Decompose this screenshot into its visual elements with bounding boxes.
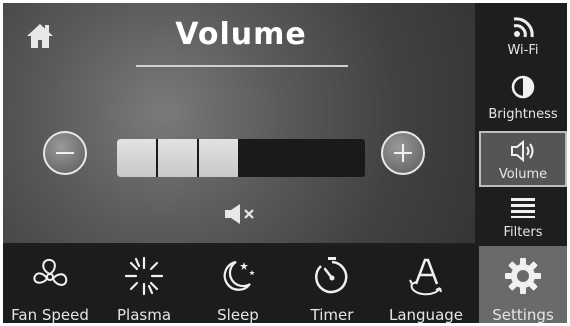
sidebar-item-label: Volume bbox=[498, 167, 548, 182]
nav-item-language[interactable]: Language bbox=[379, 246, 473, 323]
device-screen: Volume Wi-Fi Brightness Volume Filters F… bbox=[3, 3, 567, 323]
volume-panel: Volume bbox=[3, 3, 475, 243]
home-button[interactable] bbox=[25, 21, 55, 51]
nav-item-fan-speed[interactable]: Fan Speed bbox=[3, 246, 97, 323]
sidebar-item-volume[interactable]: Volume bbox=[479, 131, 567, 187]
language-icon bbox=[409, 258, 442, 296]
sidebar-item-label: Filters bbox=[503, 225, 543, 240]
title-underline bbox=[136, 65, 348, 67]
nav-item-settings[interactable]: Settings bbox=[479, 246, 567, 323]
bottom-nav: Fan Speed Plasma Sleep Timer Language bbox=[3, 246, 475, 323]
sidebar-item-wifi[interactable]: Wi-Fi bbox=[479, 3, 567, 63]
nav-item-plasma[interactable]: Plasma bbox=[97, 246, 191, 323]
nav-item-timer[interactable]: Timer bbox=[285, 246, 379, 323]
sidebar-item-label: Wi-Fi bbox=[507, 43, 539, 58]
sidebar-item-brightness[interactable]: Brightness bbox=[479, 65, 567, 127]
timer-icon bbox=[314, 257, 348, 294]
wifi-icon bbox=[513, 17, 534, 38]
nav-item-label: Timer bbox=[310, 306, 354, 323]
nav-item-label: Fan Speed bbox=[11, 306, 89, 323]
volume-up-button[interactable] bbox=[381, 131, 425, 175]
moon-stars-icon bbox=[223, 260, 255, 291]
fan-icon bbox=[33, 258, 68, 286]
volume-level-bar[interactable] bbox=[117, 139, 365, 177]
nav-item-sleep[interactable]: Sleep bbox=[191, 246, 285, 323]
volume-segment-1 bbox=[117, 139, 156, 177]
brightness-icon bbox=[511, 75, 535, 99]
volume-segment-2 bbox=[158, 139, 197, 177]
sidebar-item-label: Brightness bbox=[488, 107, 558, 122]
plus-icon-v bbox=[402, 144, 404, 162]
nav-item-label: Plasma bbox=[116, 306, 172, 323]
gear-icon bbox=[505, 258, 541, 294]
volume-down-button[interactable] bbox=[43, 131, 87, 175]
home-icon bbox=[27, 24, 53, 48]
page-title: Volume bbox=[175, 17, 307, 52]
filters-icon bbox=[511, 198, 535, 218]
mute-icon bbox=[225, 204, 254, 224]
sidebar-item-filters[interactable]: Filters bbox=[479, 189, 567, 243]
mute-button[interactable] bbox=[223, 201, 257, 227]
speaker-icon bbox=[511, 139, 534, 163]
nav-item-label: Language bbox=[388, 306, 464, 323]
nav-item-label: Sleep bbox=[217, 306, 259, 323]
minus-icon bbox=[56, 152, 74, 154]
nav-item-label: Settings bbox=[492, 306, 554, 323]
sidebar: Wi-Fi Brightness Volume Filters bbox=[479, 3, 567, 243]
volume-segment-3 bbox=[199, 139, 238, 177]
plasma-icon bbox=[124, 256, 164, 296]
